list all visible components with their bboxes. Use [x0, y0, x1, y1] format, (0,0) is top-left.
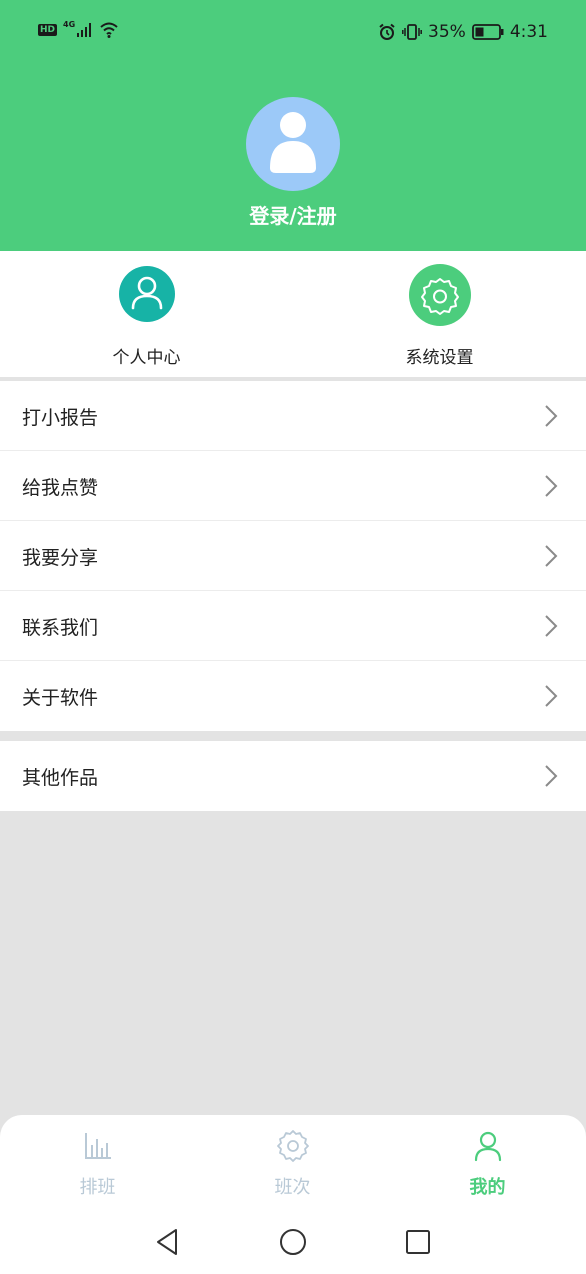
- menu-group-main: 打小报告 给我点赞 我要分享 联系我们 关于软件: [0, 381, 586, 731]
- battery-icon: [471, 24, 504, 40]
- chevron-right-icon: [545, 475, 558, 497]
- menu-item-label: 其他作品: [22, 767, 99, 789]
- system-navigation-bar: [0, 1225, 586, 1259]
- person-icon: [474, 1131, 501, 1162]
- status-left: HD 4G: [38, 19, 119, 38]
- menu-item-label: 打小报告: [22, 407, 99, 429]
- menu-item-label: 联系我们: [22, 617, 99, 639]
- bottom-navigation: 排班 班次 我的: [0, 1115, 586, 1274]
- menu-item-report[interactable]: 打小报告: [0, 381, 586, 451]
- home-icon[interactable]: [279, 1228, 307, 1256]
- gear-icon: [276, 1130, 309, 1162]
- menu-item-label: 我要分享: [22, 547, 99, 569]
- tab-label: 班次: [274, 1177, 311, 1198]
- menu-item-other-works[interactable]: 其他作品: [0, 741, 586, 811]
- menu-item-about[interactable]: 关于软件: [0, 661, 586, 731]
- tab-label: 排班: [79, 1177, 116, 1198]
- status-bar: HD 4G 35% 4:31: [0, 0, 586, 68]
- tab-label: 我的: [469, 1177, 506, 1198]
- vibrate-icon: [402, 24, 422, 40]
- menu-group-other: 其他作品: [0, 741, 586, 811]
- wifi-icon: [100, 22, 118, 38]
- gear-icon: [409, 264, 471, 326]
- recents-icon[interactable]: [405, 1229, 431, 1255]
- chevron-right-icon: [545, 615, 558, 637]
- back-icon[interactable]: [154, 1227, 182, 1257]
- chevron-right-icon: [545, 765, 558, 787]
- menu-item-label: 关于软件: [22, 687, 99, 709]
- network-label: 4G: [63, 19, 76, 29]
- battery-percent: 35%: [428, 22, 466, 42]
- login-register-link[interactable]: 登录/注册: [0, 200, 586, 229]
- tab-mine[interactable]: 我的: [390, 1129, 585, 1199]
- chevron-right-icon: [545, 685, 558, 707]
- personal-center-label: 个人中心: [112, 348, 181, 368]
- avatar[interactable]: [246, 97, 340, 191]
- person-icon: [119, 266, 175, 322]
- system-settings-button[interactable]: 系统设置: [293, 251, 586, 377]
- avatar-person-icon: [270, 112, 316, 173]
- signal-icon: [77, 23, 92, 37]
- menu-item-share[interactable]: 我要分享: [0, 521, 586, 591]
- menu-item-like[interactable]: 给我点赞: [0, 451, 586, 521]
- system-settings-label: 系统设置: [405, 348, 474, 368]
- menu-item-contact[interactable]: 联系我们: [0, 591, 586, 661]
- chevron-right-icon: [545, 405, 558, 427]
- menu-item-label: 给我点赞: [22, 477, 99, 499]
- tab-schedule[interactable]: 排班: [0, 1129, 195, 1199]
- quick-actions: 个人中心 系统设置: [0, 251, 586, 377]
- alarm-icon: [379, 23, 395, 40]
- tab-shifts[interactable]: 班次: [195, 1129, 390, 1199]
- bar-chart-icon: [84, 1133, 111, 1159]
- chevron-right-icon: [545, 545, 558, 567]
- hd-badge: HD: [38, 24, 58, 36]
- status-right: 35% 4:31: [378, 22, 548, 42]
- clock: 4:31: [509, 22, 548, 42]
- personal-center-button[interactable]: 个人中心: [0, 251, 293, 377]
- profile-header: HD 4G 35% 4:31 登录/注册: [0, 0, 586, 251]
